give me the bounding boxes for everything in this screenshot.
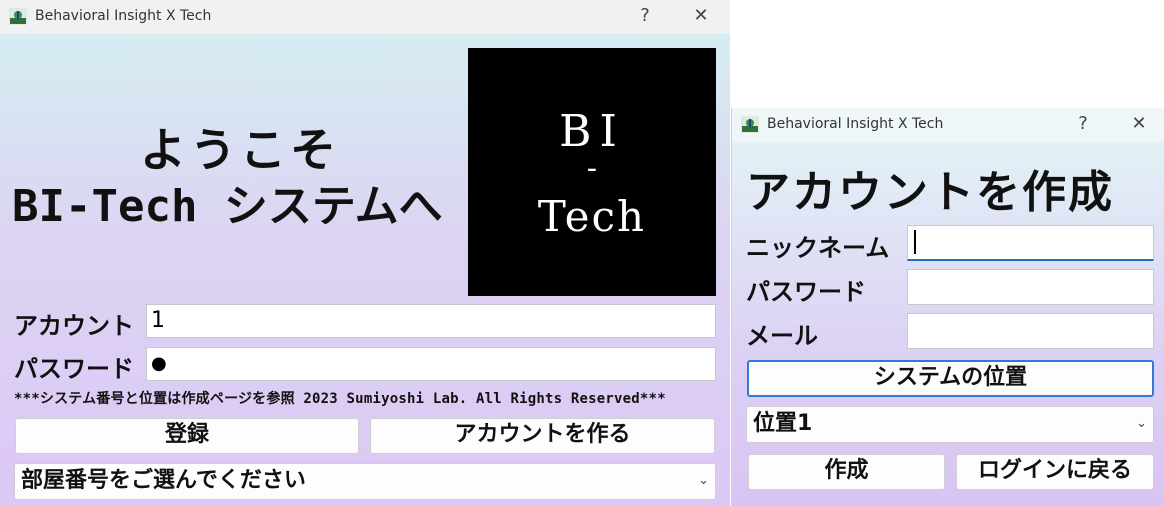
room-number-select-value: 部屋番号をご選んでください [21,468,306,493]
nickname-label: ニックネーム [746,234,890,262]
create-account-button[interactable]: アカウントを作る [370,418,715,454]
login-window: Behavioral Insight X Tech ? ✕ ようこそ BI-Te… [0,0,730,506]
create-account-heading: アカウントを作成 [746,167,1114,218]
create-account-window: Behavioral Insight X Tech ? ✕ アカウントを作成 ニ… [731,108,1164,506]
back-to-login-button[interactable]: ログインに戻る [956,454,1154,490]
welcome-line-2: BI-Tech システムへ [12,181,443,232]
bi-tech-logo: BI - Tech [468,48,716,296]
close-button[interactable]: ✕ [688,4,714,28]
close-button[interactable]: ✕ [1126,112,1152,136]
account-label: アカウント [14,312,134,340]
help-button[interactable]: ? [1070,112,1096,136]
window-title: Behavioral Insight X Tech [767,116,944,132]
title-bar[interactable]: Behavioral Insight X Tech ? ✕ [732,108,1164,142]
register-button[interactable]: 登録 [15,418,359,454]
password-input[interactable]: ● [146,347,716,381]
password-label: パスワード [14,355,134,383]
email-label: メール [746,322,818,350]
login-client-area: ようこそ BI-Tech システムへ BI - Tech アカウント 1 パスワ… [0,34,730,506]
system-location-button[interactable]: システムの位置 [747,360,1154,397]
create-client-area: アカウントを作成 ニックネーム パスワード メール システムの位置 位置1 ⌄ … [732,142,1164,506]
title-bar[interactable]: Behavioral Insight X Tech ? ✕ [0,0,730,34]
logo-line-3: Tech [537,192,647,241]
logo-line-1: BI [559,106,625,157]
logo-line-2: - [586,151,598,186]
create-button[interactable]: 作成 [748,454,945,490]
room-number-select[interactable]: 部屋番号をご選んでください ⌄ [14,463,716,500]
location-select-value: 位置1 [753,411,813,436]
account-input[interactable]: 1 [146,304,716,338]
chevron-down-icon: ⌄ [1136,416,1147,431]
app-logo-icon [741,116,759,133]
help-button[interactable]: ? [632,4,658,28]
copyright-notice: ***システム番号と位置は作成ページを参照 2023 Sumiyoshi Lab… [14,391,666,407]
password-input[interactable] [907,269,1154,305]
window-title: Behavioral Insight X Tech [35,8,212,24]
chevron-down-icon: ⌄ [698,473,709,488]
nickname-input[interactable] [907,225,1154,261]
text-caret [914,230,916,254]
email-input[interactable] [907,313,1154,349]
app-logo-icon [9,8,27,25]
password-label: パスワード [746,278,866,306]
location-select[interactable]: 位置1 ⌄ [746,406,1154,443]
